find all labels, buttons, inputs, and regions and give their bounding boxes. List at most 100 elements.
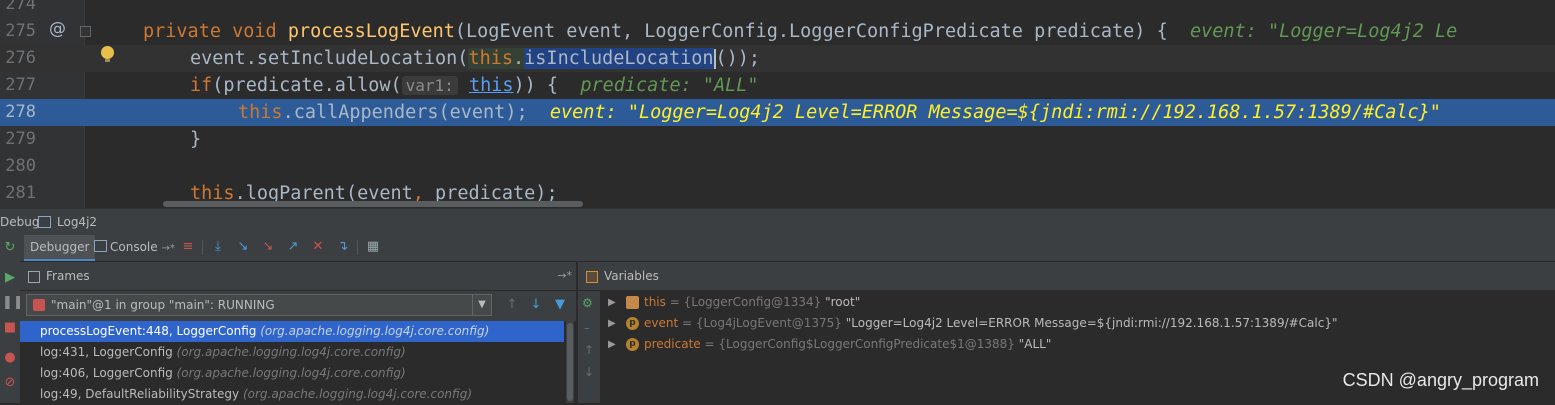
horizontal-scrollbar[interactable] — [163, 201, 583, 207]
new-watch-icon[interactable]: ⚙ — [582, 296, 593, 310]
thread-label: "main"@1 in group "main": RUNNING — [51, 298, 275, 312]
selected-identifier: isIncludeLocation — [524, 48, 714, 69]
stop-icon[interactable]: ■ — [2, 320, 18, 336]
frame-package: (org.apache.logging.log4j.core.config) — [176, 345, 406, 359]
thread-dropdown[interactable]: "main"@1 in group "main": RUNNING ▼ — [26, 294, 492, 316]
expand-triangle-icon[interactable]: ▶ — [608, 334, 616, 355]
override-icon[interactable]: @ — [49, 19, 66, 39]
toolbar-separator — [202, 240, 203, 255]
code-text: )) { — [513, 75, 559, 96]
code-line[interactable]: 277 if(predicate.allow(var1: this)) { pr… — [0, 72, 1555, 99]
pin-icon[interactable]: →* — [557, 262, 572, 290]
variables-icon — [586, 271, 598, 283]
scrollbar-thumb[interactable] — [567, 323, 573, 401]
frame-package: (org.apache.logging.log4j.core.config) — [260, 324, 490, 338]
this-reference-link[interactable]: this — [469, 75, 514, 96]
tab-debugger[interactable]: Debugger — [24, 235, 96, 261]
line-number: 274 — [5, 0, 36, 14]
drop-frame-icon[interactable]: ✕ — [310, 239, 326, 255]
code-text: . — [513, 48, 525, 69]
expand-triangle-icon[interactable]: ▶ — [608, 292, 616, 313]
evaluate-expression-icon[interactable]: ▦ — [365, 239, 381, 255]
tab-debugger-label: Debugger — [30, 240, 90, 254]
frames-scrollbar[interactable] — [566, 321, 574, 403]
frame-package: (org.apache.logging.log4j.core.config) — [176, 366, 406, 380]
thread-selector-row: "main"@1 in group "main": RUNNING ▼ ↑ ↓ … — [20, 291, 576, 320]
code-editor[interactable]: 274 275 @ private void processLogEvent(L… — [0, 0, 1555, 208]
expand-triangle-icon[interactable]: ▶ — [608, 313, 616, 334]
keyword: this — [238, 102, 283, 123]
frame-item[interactable]: log:406, LoggerConfig (org.apache.loggin… — [20, 363, 564, 384]
keyword: private — [143, 21, 221, 42]
tab-console-label: Console — [110, 240, 158, 254]
line-number: 279 — [5, 129, 36, 149]
inline-debug-hint: predicate: "ALL" — [580, 75, 759, 96]
code-text: .callAppenders(event); — [282, 102, 528, 123]
force-step-into-icon[interactable]: ↘ — [260, 239, 276, 255]
variable-type: = {LoggerConfig@1334} — [669, 295, 822, 309]
code-line[interactable]: 280 — [0, 153, 1555, 180]
frame-method: processLogEvent:448, LoggerConfig — [40, 324, 257, 338]
run-to-cursor-icon[interactable]: ↴ — [335, 239, 351, 255]
thread-icon — [33, 299, 45, 311]
line-number: 280 — [5, 156, 36, 176]
code-line[interactable]: 274 — [0, 0, 1555, 18]
keyword: this — [468, 48, 514, 69]
mute-breakpoints-icon[interactable]: ⊘ — [2, 375, 18, 391]
field-list-icon — [626, 296, 639, 309]
variable-row[interactable]: ▶ p predicate = {LoggerConfig$LoggerConf… — [600, 334, 1550, 355]
frames-title: Frames — [46, 269, 90, 283]
frames-header: Frames →* — [20, 262, 576, 291]
frame-item-selected[interactable]: processLogEvent:448, LoggerConfig (org.a… — [20, 321, 564, 342]
run-config-icon — [38, 216, 51, 228]
frame-method: log:406, LoggerConfig — [40, 366, 173, 380]
up-arrow-icon[interactable]: ↑ — [504, 297, 520, 313]
resume-icon[interactable]: ▶ — [2, 270, 18, 286]
variable-type: = {LoggerConfig$LoggerConfigPredicate$1@… — [704, 337, 1015, 351]
inline-debug-hint: event: "Logger=Log4j2 Level=ERROR Messag… — [549, 102, 1441, 123]
line-number: 281 — [5, 183, 36, 203]
frame-package: (org.apache.logging.log4j.core.config) — [242, 387, 473, 401]
fold-marker-icon[interactable] — [80, 26, 91, 37]
code-text: } — [190, 129, 202, 150]
parameter-name-hint: var1: — [401, 76, 458, 95]
code-line[interactable]: 275 @ private void processLogEvent(LogEv… — [0, 18, 1555, 45]
run-config-tab[interactable]: Log4j2 — [57, 209, 97, 236]
variables-title: Variables — [604, 269, 659, 283]
code-text: (predicate.allow( — [212, 75, 402, 96]
pause-icon[interactable]: ❚❚ — [2, 295, 24, 311]
variable-name: predicate — [644, 337, 701, 351]
move-down-icon[interactable]: ↓ — [584, 365, 594, 379]
variable-row[interactable]: ▶ p event = {Log4jLogEvent@1375} "Logger… — [600, 313, 1550, 334]
variable-row[interactable]: ▶ this = {LoggerConfig@1334} "root" — [600, 292, 1550, 313]
show-execution-point-icon[interactable]: ≡ — [180, 239, 196, 255]
keyword: if — [190, 75, 213, 96]
down-arrow-icon[interactable]: ↓ — [528, 297, 544, 313]
remove-watch-icon[interactable]: – — [584, 321, 590, 335]
debugger-toolbar: Debugger Console →* ≡ ⤓ ↘ ↘ ↗ ✕ ↴ ▦ — [20, 235, 1555, 262]
line-number: 276 — [5, 48, 36, 68]
frame-method: log:431, LoggerConfig — [40, 345, 173, 359]
keyword: void — [232, 21, 277, 42]
variable-value: "ALL" — [1018, 337, 1052, 351]
variable-name: this — [644, 295, 666, 309]
step-into-icon[interactable]: ↘ — [235, 239, 251, 255]
step-over-icon[interactable]: ⤓ — [210, 239, 226, 255]
chevron-down-icon[interactable]: ▼ — [472, 295, 491, 315]
view-breakpoints-icon[interactable]: ● — [2, 350, 18, 366]
line-number: 275 — [5, 21, 36, 41]
execution-line[interactable]: 278 this.callAppenders(event); event: "L… — [0, 99, 1555, 126]
code-line-current[interactable]: 276 event.setIncludeLocation(this.isIncl… — [0, 45, 1555, 72]
code-line[interactable]: 279 } — [0, 126, 1555, 153]
frame-item[interactable]: log:431, LoggerConfig (org.apache.loggin… — [20, 342, 564, 363]
frame-item[interactable]: log:49, DefaultReliabilityStrategy (org.… — [20, 384, 564, 405]
parameter-icon: p — [626, 317, 639, 330]
step-out-icon[interactable]: ↗ — [285, 239, 301, 255]
rerun-icon[interactable]: ↻ — [2, 240, 18, 256]
lightbulb-icon[interactable] — [101, 46, 114, 62]
parameter-icon: p — [626, 338, 639, 351]
filter-icon[interactable]: ▼ — [552, 297, 568, 313]
move-up-icon[interactable]: ↑ — [584, 343, 594, 357]
tab-console[interactable]: Console →* — [88, 235, 181, 261]
frame-list[interactable]: processLogEvent:448, LoggerConfig (org.a… — [20, 321, 576, 403]
